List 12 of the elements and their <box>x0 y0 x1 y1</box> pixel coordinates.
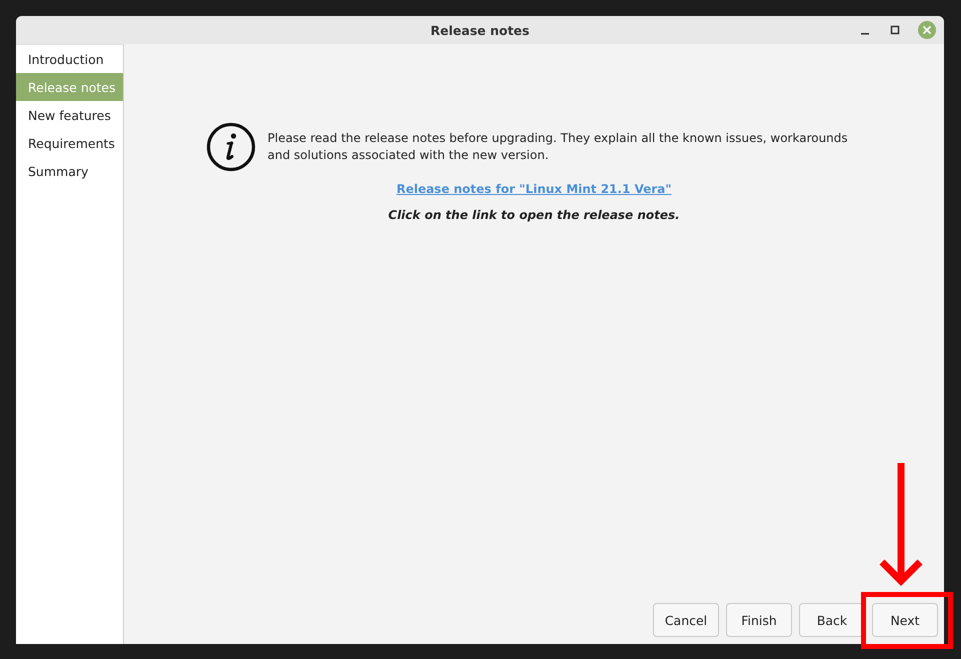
link-hint: Click on the link to open the release notes. <box>388 208 680 222</box>
sidebar-item[interactable]: Introduction <box>16 45 123 73</box>
window-title: Release notes <box>430 22 530 38</box>
dialog-button[interactable]: Cancel <box>653 603 719 637</box>
dialog-button[interactable]: Next <box>872 603 938 637</box>
sidebar-item[interactable]: Requirements <box>16 129 123 157</box>
sidebar-item[interactable]: Summary <box>16 157 123 185</box>
dialog-button[interactable]: Finish <box>726 603 792 637</box>
info-message: Please read the release notes before upgrading. They explain all the known issues, workarounds and solutions associated with the new version. <box>268 130 849 164</box>
maximize-icon[interactable] <box>888 23 902 37</box>
info-icon <box>206 122 256 172</box>
sidebar-item[interactable]: New features <box>16 101 123 129</box>
